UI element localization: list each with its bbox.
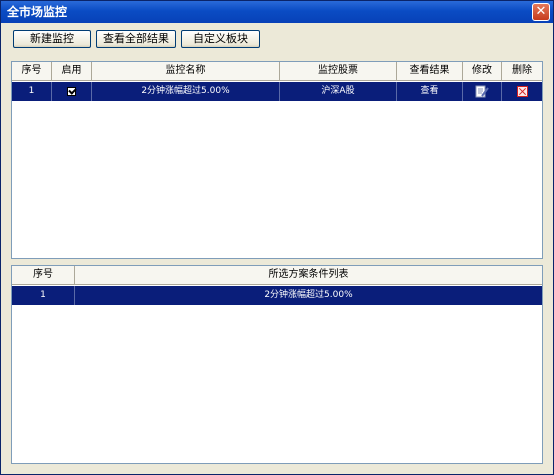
- condition-list-header: 序号 所选方案条件列表: [12, 266, 542, 285]
- view-result-link[interactable]: 查看: [397, 82, 463, 101]
- monitor-name: 2分钟涨幅超过5.00%: [92, 82, 280, 101]
- title-bar[interactable]: 全市场监控: [1, 1, 553, 23]
- view-all-results-button[interactable]: 查看全部结果: [96, 30, 176, 48]
- edit-cell[interactable]: [463, 82, 502, 101]
- new-monitor-button[interactable]: 新建监控: [13, 30, 91, 48]
- col-stocks-header[interactable]: 监控股票: [280, 62, 397, 81]
- window-title: 全市场监控: [7, 5, 68, 19]
- col-enabled-header[interactable]: 启用: [52, 62, 92, 81]
- table-row[interactable]: 1 2分钟涨幅超过5.00%: [12, 286, 542, 305]
- cond-text: 2分钟涨幅超过5.00%: [264, 290, 353, 300]
- delete-cell[interactable]: [502, 82, 542, 101]
- monitor-stocks: 沪深A股: [280, 82, 397, 101]
- condition-list-table[interactable]: 序号 所选方案条件列表 1 2分钟涨幅超过5.00%: [11, 265, 543, 464]
- row-index: 1: [12, 82, 52, 101]
- col-index-header[interactable]: 序号: [12, 62, 52, 81]
- col-edit-header[interactable]: 修改: [463, 62, 502, 81]
- monitor-window: 全市场监控 ✕ 新建监控 查看全部结果 自定义板块 序号 启用 监控名称 监控股…: [0, 0, 554, 475]
- enabled-checkbox[interactable]: [67, 87, 76, 96]
- table-row[interactable]: 1 2分钟涨幅超过5.00% 沪深A股 查看: [12, 82, 542, 101]
- close-button[interactable]: ✕: [532, 3, 550, 21]
- close-icon: ✕: [535, 4, 547, 19]
- cond-list-header[interactable]: 所选方案条件列表: [75, 266, 542, 285]
- monitor-list-table[interactable]: 序号 启用 监控名称 监控股票 查看结果 修改 删除 1 2分钟涨幅超过5.00…: [11, 61, 543, 259]
- delete-icon[interactable]: [516, 86, 528, 97]
- edit-icon[interactable]: [475, 85, 489, 98]
- monitor-list-header: 序号 启用 监控名称 监控股票 查看结果 修改 删除: [12, 62, 542, 81]
- enabled-checkbox-cell[interactable]: [52, 82, 92, 101]
- col-view-header[interactable]: 查看结果: [397, 62, 463, 81]
- col-delete-header[interactable]: 删除: [502, 62, 542, 81]
- cond-index: 1: [12, 286, 75, 305]
- custom-sector-button[interactable]: 自定义板块: [181, 30, 260, 48]
- cond-index-header[interactable]: 序号: [12, 266, 75, 285]
- col-name-header[interactable]: 监控名称: [92, 62, 280, 81]
